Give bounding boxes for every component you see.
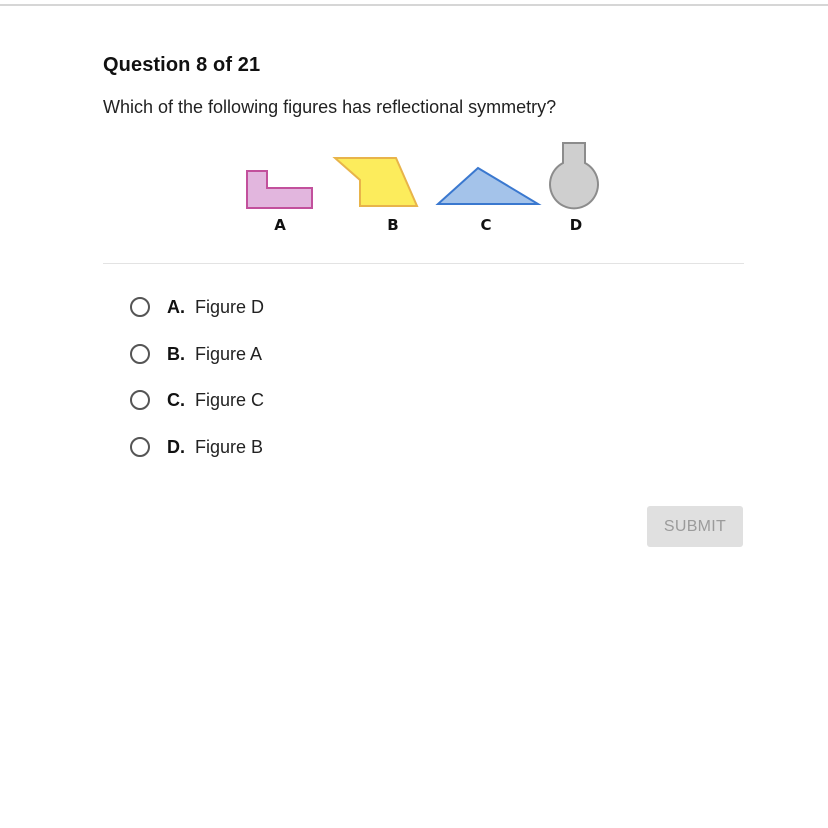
option-text: Figure C: [195, 389, 265, 410]
radio-button-b[interactable]: [130, 344, 150, 364]
option-c[interactable]: C. Figure C: [130, 383, 430, 417]
option-text: Figure D: [195, 296, 265, 317]
top-border: [0, 0, 828, 6]
radio-button-a[interactable]: [130, 297, 150, 317]
quiz-page: Question 8 of 21 Which of the following …: [0, 0, 828, 828]
divider: [103, 263, 744, 264]
option-d[interactable]: D. Figure B: [130, 430, 430, 464]
question-text: Which of the following figures has refle…: [103, 97, 557, 117]
option-text: Figure B: [195, 436, 264, 457]
figures-image: A B C D: [230, 138, 610, 238]
figure-c-shape: [435, 166, 542, 205]
figure-label-a: A: [274, 216, 286, 234]
option-a[interactable]: A. Figure D: [130, 290, 430, 324]
option-letter: D.: [167, 436, 185, 457]
option-b[interactable]: B. Figure A: [130, 337, 430, 371]
option-letter: A.: [167, 296, 185, 317]
question-header: Question 8 of 21: [103, 54, 261, 76]
submit-button[interactable]: SUBMIT: [647, 506, 743, 547]
radio-button-c[interactable]: [130, 390, 150, 410]
option-letter: B.: [167, 343, 185, 364]
figure-label-b: B: [387, 216, 398, 234]
figure-label-d: D: [570, 216, 582, 234]
figure-b-shape: [332, 157, 419, 207]
figure-a-shape: [246, 170, 313, 209]
radio-button-d[interactable]: [130, 437, 150, 457]
figure-d-shape: [549, 142, 599, 210]
option-letter: C.: [167, 389, 185, 410]
option-text: Figure A: [195, 343, 263, 364]
figure-label-c: C: [480, 216, 491, 234]
